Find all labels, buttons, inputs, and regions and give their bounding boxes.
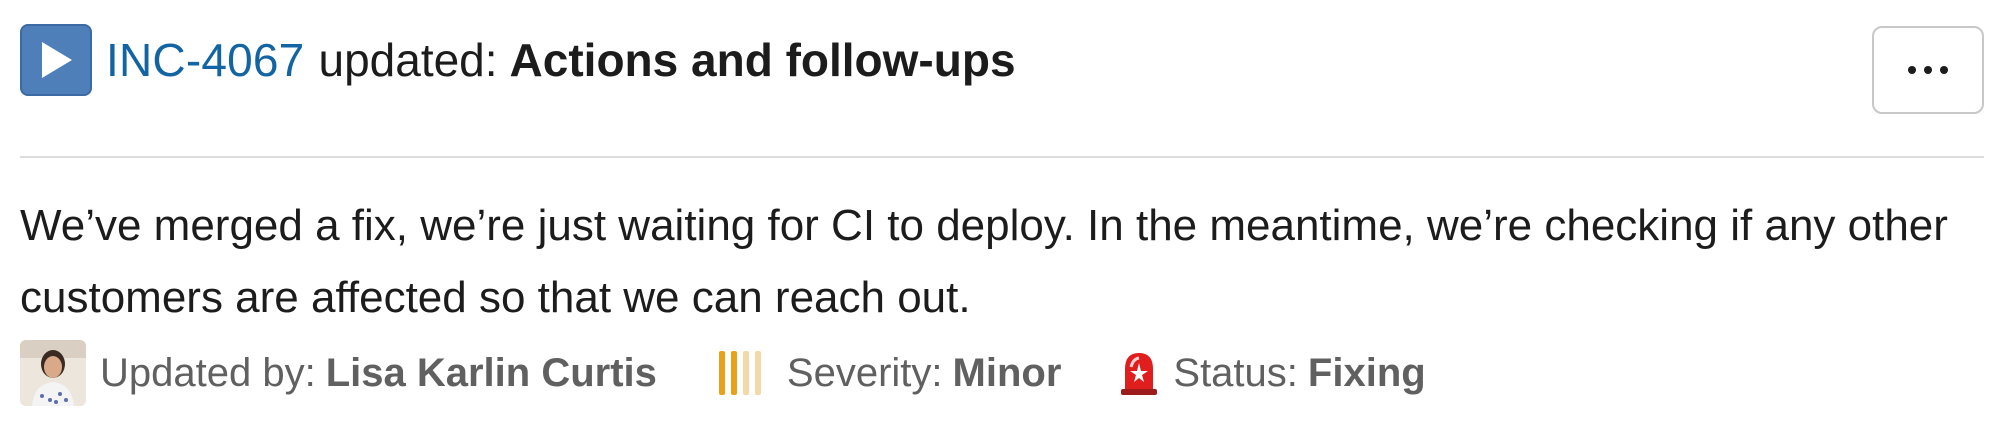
metadata-row: Updated by: Lisa Karlin Curtis Severity:… [20, 340, 1426, 406]
play-button-icon [20, 24, 92, 96]
update-header: INC-4067 updated: Actions and follow-ups [20, 24, 1016, 96]
section-title: Actions and follow-ups [509, 34, 1016, 86]
ellipsis-icon [1924, 66, 1932, 74]
updated-by-label: Updated by: [100, 350, 316, 395]
divider [20, 156, 1984, 158]
severity-label: Severity: [786, 350, 943, 395]
updated-label: updated: [318, 34, 498, 86]
updated-by-name[interactable]: Lisa Karlin Curtis [326, 351, 657, 396]
status: Status: Fixing [1119, 349, 1426, 397]
ellipsis-icon [1940, 66, 1948, 74]
avatar[interactable] [20, 340, 86, 406]
updated-by: Updated by: Lisa Karlin Curtis [20, 340, 657, 406]
incident-id-link[interactable]: INC-4067 [106, 33, 304, 87]
more-actions-button[interactable] [1872, 26, 1984, 114]
severity: Severity: Minor [717, 349, 1061, 397]
severity-value: Minor [952, 350, 1062, 395]
status-value: Fixing [1307, 350, 1426, 395]
status-label: Status: [1173, 350, 1298, 395]
incident-update-card: INC-4067 updated: Actions and follow-ups… [0, 0, 2000, 442]
update-message: We’ve merged a fix, we’re just waiting f… [20, 201, 1948, 322]
ellipsis-icon [1908, 66, 1916, 74]
siren-icon [1121, 353, 1158, 395]
severity-bars-icon [718, 351, 761, 395]
